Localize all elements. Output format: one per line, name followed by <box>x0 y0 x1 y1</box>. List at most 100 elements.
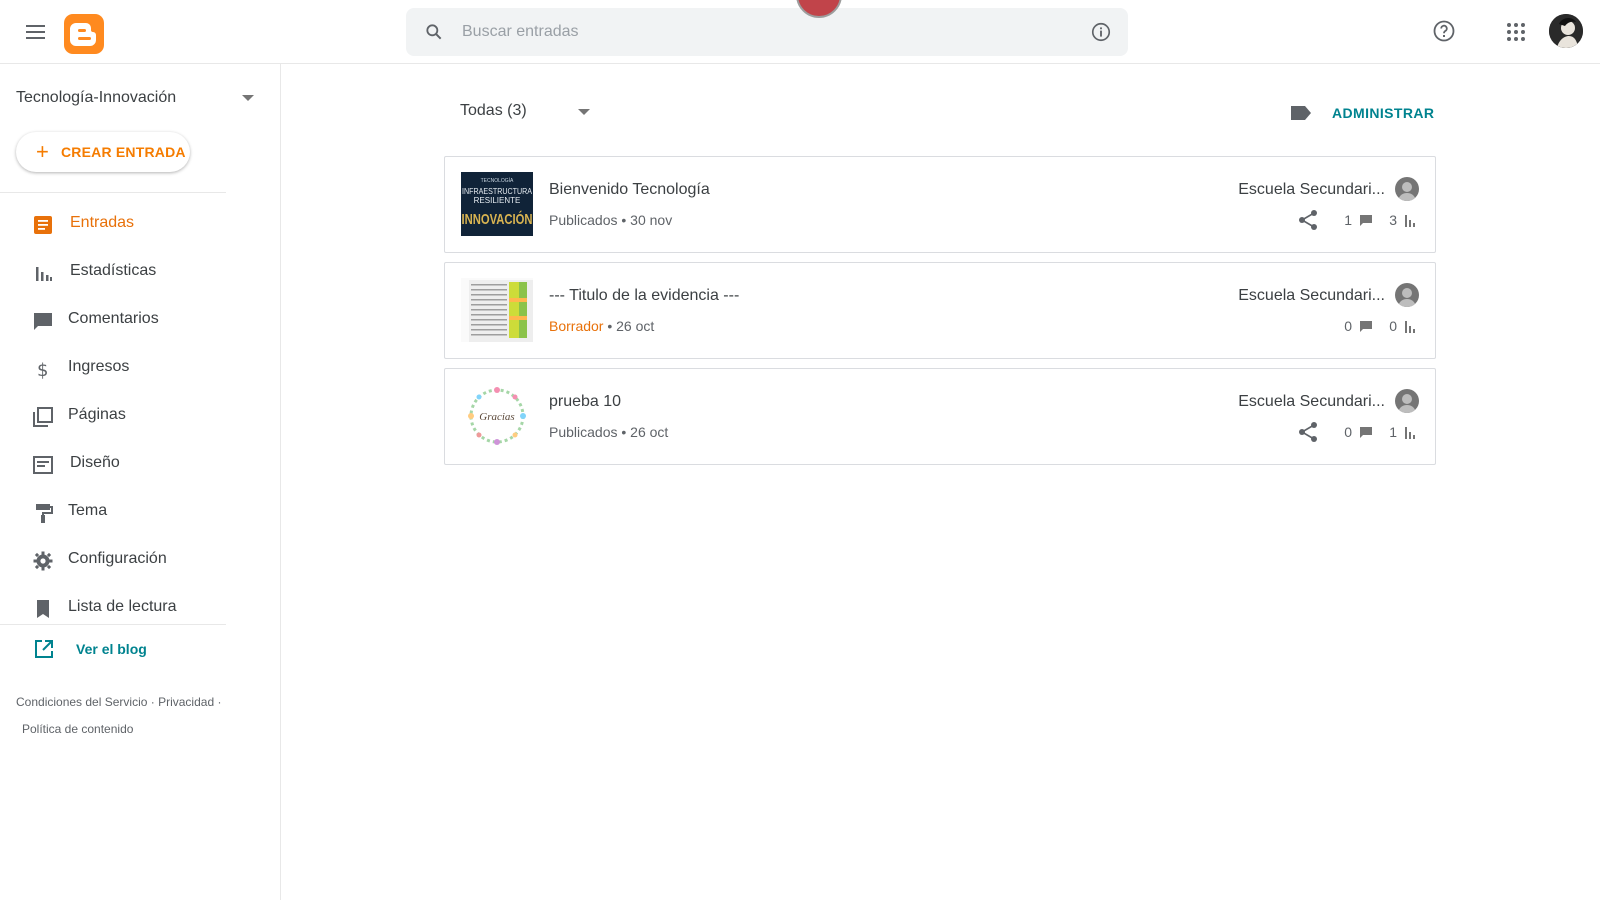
search-bar <box>406 8 1128 56</box>
post-date: • 30 nov <box>621 212 673 228</box>
svg-text:Gracias: Gracias <box>479 411 514 423</box>
paint-roller-icon <box>36 504 53 523</box>
divider <box>0 192 226 193</box>
post-title[interactable]: prueba 10 <box>549 393 621 411</box>
sidebar-item-diseno[interactable]: Diseño <box>0 440 281 488</box>
post-filter-label: Todas (3) <box>460 102 527 119</box>
sidebar-item-comentarios[interactable]: Comentarios <box>0 296 281 344</box>
svg-text:RESILIENTE: RESILIENTE <box>474 196 521 205</box>
post-row[interactable]: Gracias prueba 10 Publicados • 26 oct Es… <box>444 368 1436 465</box>
layout-icon <box>33 456 53 474</box>
post-meta: Publicados • 30 nov <box>549 212 672 228</box>
manage-labels-button[interactable]: ADMINISTRAR <box>1290 100 1440 126</box>
post-date: • 26 oct <box>607 318 655 334</box>
chevron-down-icon <box>242 95 254 101</box>
sidebar-item-paginas[interactable]: Páginas <box>0 392 281 440</box>
sidebar-item-label: Comentarios <box>68 310 159 327</box>
post-status: Borrador <box>549 318 604 334</box>
sidebar-item-entradas[interactable]: Entradas <box>0 200 281 248</box>
gear-icon <box>33 551 53 571</box>
sidebar-item-label: Lista de lectura <box>68 598 177 615</box>
top-app-bar <box>0 0 1600 64</box>
sidebar-item-label: Tema <box>68 502 108 519</box>
sidebar-item-label: Diseño <box>70 454 120 471</box>
view-blog-link[interactable]: Ver el blog <box>0 634 226 662</box>
posts-icon <box>34 216 52 234</box>
share-icon[interactable] <box>1297 209 1319 231</box>
post-title[interactable]: --- Titulo de la evidencia --- <box>549 287 739 305</box>
post-author: Escuela Secundari... <box>1238 181 1385 198</box>
help-icon[interactable] <box>1432 19 1456 43</box>
post-title[interactable]: Bienvenido Tecnología <box>549 181 710 199</box>
blogger-logo-icon[interactable] <box>64 14 104 54</box>
post-status: Publicados <box>549 424 618 440</box>
comments-icon <box>34 313 52 330</box>
chevron-down-icon <box>578 109 590 115</box>
post-thumbnail: TECNOLOGÍA INFRAESTRUCTURA RESILIENTE IN… <box>461 172 533 236</box>
account-avatar[interactable] <box>1549 14 1583 48</box>
author-avatar <box>1395 389 1419 413</box>
comment-icon <box>1360 427 1372 438</box>
comment-icon <box>1360 321 1372 332</box>
post-row[interactable]: --- Titulo de la evidencia --- Borrador … <box>444 262 1436 359</box>
sidebar-item-label: Configuración <box>68 550 167 567</box>
open-in-new-icon <box>35 640 53 658</box>
sidebar-item-estadisticas[interactable]: Estadísticas <box>0 248 281 296</box>
view-count: 0 <box>1389 318 1397 334</box>
blog-title: Tecnología-Innovación <box>16 89 177 106</box>
bookmark-icon <box>37 600 49 618</box>
svg-text:$: $ <box>37 360 48 380</box>
sidebar-item-configuracion[interactable]: Configuración <box>0 536 281 584</box>
stats-icon <box>36 267 52 281</box>
terms-link[interactable]: Condiciones del Servicio <box>16 695 147 709</box>
sidebar-item-ingresos[interactable]: $ Ingresos <box>0 344 281 392</box>
blog-selector[interactable]: Tecnología-Innovación <box>16 84 256 112</box>
post-filter-dropdown[interactable]: Todas (3) <box>460 98 600 126</box>
post-meta: Publicados • 26 oct <box>549 424 668 440</box>
sidebar-item-label: Entradas <box>70 214 135 231</box>
sidebar-item-label: Páginas <box>68 406 126 423</box>
privacy-link[interactable]: Privacidad <box>158 695 214 709</box>
plus-icon: + <box>36 139 49 164</box>
sidebar-nav: Entradas Estadísticas Comentarios $ Ingr… <box>0 200 281 632</box>
search-input[interactable] <box>462 20 1022 44</box>
manage-label: ADMINISTRAR <box>1332 105 1435 121</box>
create-post-button[interactable]: + CREAR ENTRADA <box>16 132 190 172</box>
sidebar: Tecnología-Innovación + CREAR ENTRADA En… <box>0 64 281 900</box>
view-count: 3 <box>1389 212 1397 228</box>
apps-grid-icon[interactable] <box>1506 22 1526 42</box>
post-status: Publicados <box>549 212 618 228</box>
create-post-label: CREAR ENTRADA <box>61 144 186 160</box>
dollar-icon: $ <box>37 360 48 380</box>
post-thumbnail: Gracias <box>461 384 533 448</box>
pages-icon <box>33 407 53 427</box>
label-tag-icon <box>1291 106 1311 120</box>
post-author: Escuela Secundari... <box>1238 287 1385 304</box>
sidebar-item-tema[interactable]: Tema <box>0 488 281 536</box>
svg-text:INFRAESTRUCTURA: INFRAESTRUCTURA <box>462 186 532 196</box>
post-meta: Borrador • 26 oct <box>549 318 654 334</box>
svg-text:TECNOLOGÍA: TECNOLOGÍA <box>481 177 514 184</box>
comment-icon <box>1360 215 1372 226</box>
post-author: Escuela Secundari... <box>1238 393 1385 410</box>
author-avatar <box>1395 283 1419 307</box>
search-icon[interactable] <box>424 22 444 42</box>
info-icon[interactable] <box>1090 21 1112 43</box>
svg-text:INNOVACIÓN: INNOVACIÓN <box>462 210 533 228</box>
post-date: • 26 oct <box>621 424 669 440</box>
stats-icon <box>1405 215 1415 227</box>
view-blog-label: Ver el blog <box>76 641 147 657</box>
divider <box>0 624 226 625</box>
hamburger-menu-icon[interactable] <box>22 20 50 44</box>
view-count: 1 <box>1389 424 1397 440</box>
sidebar-item-label: Ingresos <box>68 358 130 375</box>
post-list: TECNOLOGÍA INFRAESTRUCTURA RESILIENTE IN… <box>444 156 1436 474</box>
content-policy-link[interactable]: Política de contenido <box>22 722 133 736</box>
sidebar-item-label: Estadísticas <box>70 262 157 279</box>
post-row[interactable]: TECNOLOGÍA INFRAESTRUCTURA RESILIENTE IN… <box>444 156 1436 253</box>
footer-links: Condiciones del Servicio · Privacidad · … <box>16 695 222 736</box>
stats-icon <box>1405 321 1415 333</box>
share-icon[interactable] <box>1297 421 1319 443</box>
post-thumbnail <box>461 278 533 342</box>
author-avatar <box>1395 177 1419 201</box>
